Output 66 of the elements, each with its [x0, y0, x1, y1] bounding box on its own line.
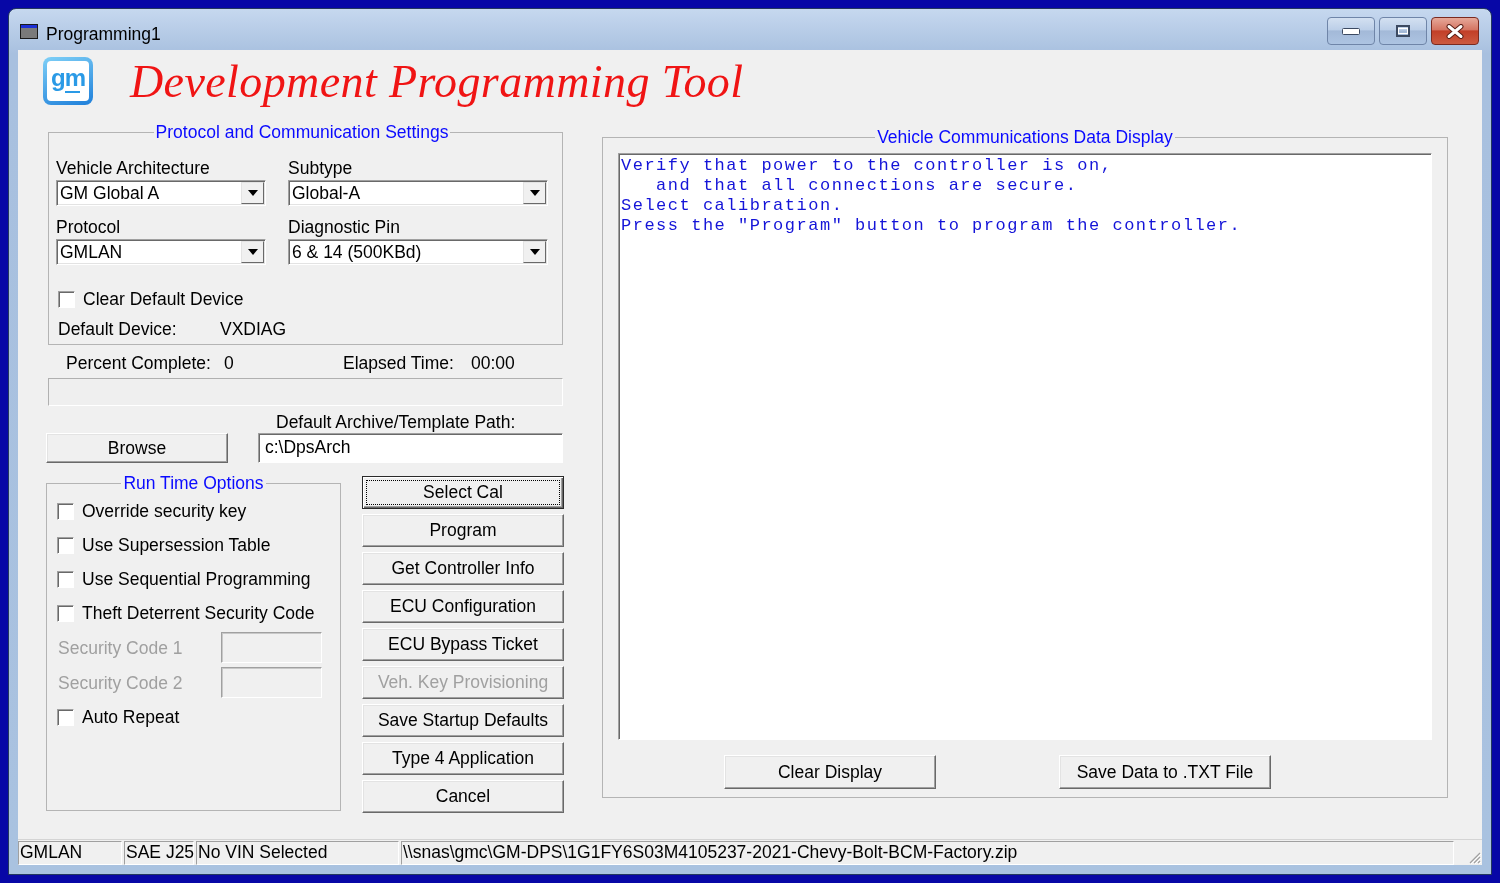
- field-label: Diagnostic Pin: [288, 217, 401, 237]
- checkbox-label: Override security key: [82, 501, 247, 521]
- close-icon: [1446, 23, 1464, 39]
- status-pane: \\snas\gmc\GM-DPS\1G1FY6S03M4105237-2021-Chevy-Bolt-BCM-Factory.zip: [401, 841, 1454, 865]
- app-title: Development Programming Tool: [130, 55, 744, 109]
- checkbox[interactable]: [57, 502, 74, 520]
- progress-label: Percent Complete:: [66, 353, 212, 373]
- field-label: Vehicle Architecture: [56, 158, 211, 178]
- group-title: Protocol and Communication Settings: [154, 122, 450, 142]
- action-button[interactable]: Cancel: [362, 780, 564, 813]
- action-button[interactable]: Save Data to .TXT File: [1059, 755, 1271, 789]
- dropdown[interactable]: 6 & 14 (500KBd): [288, 239, 548, 265]
- dropdown[interactable]: Global-A: [288, 180, 548, 206]
- code-label: Security Code 1: [58, 637, 184, 658]
- status-pane: SAE J25: [124, 841, 194, 865]
- action-button[interactable]: Program: [362, 514, 564, 547]
- checkbox[interactable]: [57, 604, 74, 622]
- log-line: Verify that power to the controller is on,: [621, 156, 1113, 176]
- status-pane: No VIN Selected: [196, 841, 399, 865]
- code-label: Security Code 2: [58, 672, 184, 693]
- caret-icon: [523, 182, 546, 204]
- checkbox-label: Theft Deterrent Security Code: [82, 603, 315, 623]
- field-label: Protocol: [56, 217, 122, 237]
- checkbox[interactable]: [57, 536, 74, 554]
- dropdown[interactable]: GMLAN: [56, 239, 266, 265]
- action-button[interactable]: ECU Configuration: [362, 590, 564, 623]
- elapsed-value: 00:00: [471, 353, 515, 373]
- elapsed-label: Elapsed Time:: [343, 353, 455, 373]
- action-button[interactable]: Save Startup Defaults: [362, 704, 564, 737]
- action-button[interactable]: ECU Bypass Ticket: [362, 628, 564, 661]
- size-grip-icon: [1467, 850, 1481, 864]
- path-label: Default Archive/Template Path:: [275, 412, 517, 432]
- field-label: Subtype: [288, 158, 354, 178]
- action-button[interactable]: Clear Display: [724, 755, 936, 789]
- minimize-button[interactable]: [1327, 17, 1375, 45]
- log-line: Press the "Program" button to program the controller.: [621, 216, 1242, 236]
- caret-icon: [241, 241, 264, 263]
- browse-button[interactable]: Browse: [46, 433, 228, 463]
- device-label: Default Device:: [58, 319, 178, 339]
- window-title: Programming1: [46, 23, 161, 45]
- checkbox[interactable]: [57, 708, 74, 726]
- maximize-icon: [1396, 25, 1410, 37]
- checkbox-label: Clear Default Device: [83, 289, 244, 309]
- action-button[interactable]: Type 4 Application: [362, 742, 564, 775]
- log-line: and that all connections are secure.: [655, 176, 1078, 196]
- caret-icon: [241, 182, 264, 204]
- progress-value: 0: [224, 353, 235, 373]
- dropdown[interactable]: GM Global A: [56, 180, 266, 206]
- action-button[interactable]: Select Cal: [362, 476, 564, 509]
- close-button[interactable]: [1431, 17, 1479, 45]
- group-title: Vehicle Communications Data Display: [876, 127, 1174, 147]
- checkbox-label: Auto Repeat: [82, 707, 180, 727]
- group-title: Run Time Options: [122, 473, 265, 493]
- log-line: Select calibration.: [621, 196, 844, 216]
- caret-icon: [523, 241, 546, 263]
- status-pane: GMLAN: [18, 841, 122, 865]
- minimize-icon: [1342, 27, 1360, 35]
- action-button[interactable]: Get Controller Info: [362, 552, 564, 585]
- checkbox[interactable]: [58, 290, 75, 308]
- path-field[interactable]: c:\DpsArch: [258, 433, 563, 463]
- checkbox[interactable]: [57, 570, 74, 588]
- device-value: VXDIAG: [220, 319, 287, 339]
- maximize-button[interactable]: [1379, 17, 1427, 45]
- window-icon: [20, 24, 38, 39]
- checkbox-label: Use Supersession Table: [82, 535, 271, 555]
- checkbox-label: Use Sequential Programming: [82, 569, 311, 589]
